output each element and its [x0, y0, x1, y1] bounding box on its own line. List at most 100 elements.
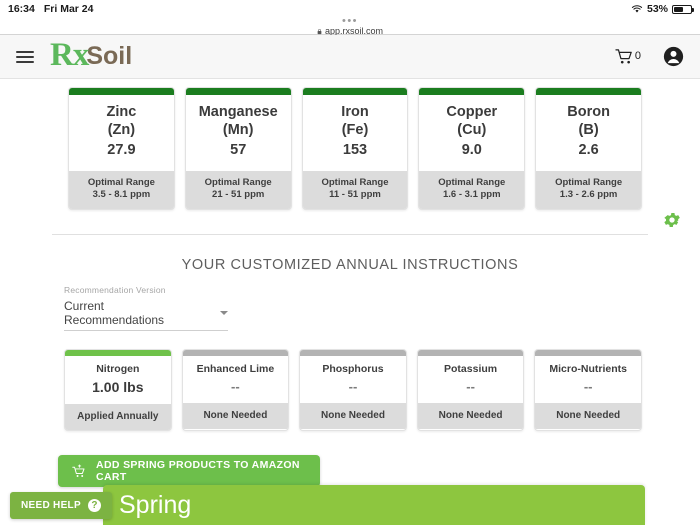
optimal-range-value: 3.5 - 8.1 ppm: [92, 189, 151, 201]
nutrient-card[interactable]: Iron (Fe) 153 Optimal Range 11 - 51 ppm: [301, 87, 409, 211]
optimal-range-label: Optimal Range: [321, 176, 389, 188]
nutrient-card-footer: Optimal Range 3.5 - 8.1 ppm: [69, 170, 174, 210]
nutrient-name: Boron: [567, 104, 610, 120]
recommendation-version-label: Recommendation Version: [64, 285, 166, 296]
lock-icon: [317, 28, 322, 34]
nutrient-value: 9.0: [461, 141, 482, 158]
recommendation-card-body: Micro-Nutrients --: [535, 356, 641, 403]
nutrient-card-footer: Optimal Range 1.3 - 2.6 ppm: [536, 170, 641, 210]
nutrient-card-status-bar: [69, 88, 174, 95]
recommendation-name: Phosphorus: [322, 363, 384, 376]
battery-icon: [672, 4, 694, 14]
nutrient-name: Copper: [446, 104, 498, 120]
recommendation-name: Nitrogen: [96, 363, 140, 376]
optimal-range-value: 11 - 51 ppm: [329, 189, 381, 201]
recommendation-card[interactable]: Phosphorus -- None Needed: [299, 349, 407, 432]
recommendation-card-body: Nitrogen 1.00 lbs: [65, 356, 171, 404]
optimal-range-label: Optimal Range: [555, 176, 623, 188]
question-mark-icon: ?: [87, 499, 101, 512]
nutrient-value: 153: [342, 141, 368, 158]
shopping-cart-icon: [615, 49, 632, 64]
nutrient-value: 57: [230, 141, 247, 158]
recommendation-name: Micro-Nutrients: [549, 363, 627, 376]
optimal-range-value: 21 - 51 ppm: [212, 189, 265, 201]
recommendation-status: None Needed: [182, 403, 289, 430]
optimal-range-value: 1.6 - 3.1 ppm: [443, 189, 501, 201]
nutrient-symbol: (Cu): [457, 122, 487, 139]
nutrient-value: 2.6: [578, 141, 599, 158]
wifi-icon: [631, 5, 643, 13]
nutrient-name: Manganese: [198, 104, 278, 120]
cart-item-count: 0: [634, 50, 641, 62]
nutrient-card-status-bar: [536, 88, 641, 95]
status-time: 16:34: [8, 3, 35, 15]
nutrient-card-footer: Optimal Range 11 - 51 ppm: [302, 170, 408, 210]
chevron-down-icon: [220, 311, 228, 316]
nutrient-card[interactable]: Copper (Cu) 9.0 Optimal Range 1.6 - 3.1 …: [418, 87, 526, 211]
page-content: Zinc (Zn) 27.9 Optimal Range 3.5 - 8.1 p…: [0, 79, 700, 488]
status-bar-right: 53%: [631, 0, 694, 18]
gear-icon[interactable]: [662, 210, 682, 230]
recommendation-version-select[interactable]: Current Recommendations: [64, 297, 228, 332]
tab-overview-dots: •••: [341, 15, 359, 27]
recommendation-cards-row: Nitrogen 1.00 lbs Applied Annually Enhan…: [0, 331, 700, 432]
nutrient-symbol: (B): [578, 122, 599, 139]
recommendation-card[interactable]: Nitrogen 1.00 lbs Applied Annually: [64, 349, 172, 432]
battery-percent: 53%: [646, 3, 668, 15]
recommendation-card-body: Potassium --: [418, 356, 524, 403]
recommendation-version-group: Recommendation Version Current Recommend…: [0, 273, 700, 332]
recommendation-value: --: [583, 379, 593, 395]
season-banner-label: Spring: [119, 490, 192, 519]
recommendation-status: None Needed: [417, 403, 524, 430]
nutrient-name: Zinc: [106, 104, 137, 120]
header-actions: 0: [615, 46, 684, 67]
nutrient-card[interactable]: Boron (B) 2.6 Optimal Range 1.3 - 2.6 pp…: [535, 87, 642, 211]
add-to-cart-icon: [72, 464, 85, 477]
recommendation-name: Potassium: [444, 363, 498, 376]
browser-url-bar[interactable]: ••• app.rxsoil.com: [0, 15, 700, 36]
nutrient-card[interactable]: Zinc (Zn) 27.9 Optimal Range 3.5 - 8.1 p…: [68, 87, 175, 211]
optimal-range-label: Optimal Range: [438, 176, 506, 188]
nutrient-symbol: (Fe): [341, 122, 369, 139]
recommendation-name: Enhanced Lime: [196, 363, 275, 376]
nutrient-card-status-bar: [302, 88, 408, 95]
status-bar-left: 16:34 Fri Mar 24: [8, 3, 93, 15]
page-title: YOUR CUSTOMIZED ANNUAL INSTRUCTIONS: [181, 257, 519, 274]
logo-soil-text: Soil: [86, 42, 133, 70]
nutrient-card-status-bar: [419, 88, 525, 95]
recommendation-card[interactable]: Potassium -- None Needed: [416, 349, 525, 432]
add-spring-products-to-amazon-cart-button[interactable]: ADD SPRING PRODUCTS TO AMAZON CART: [58, 455, 320, 488]
amazon-button-label: ADD SPRING PRODUCTS TO AMAZON CART: [96, 459, 300, 484]
optimal-range-label: Optimal Range: [204, 176, 272, 188]
shopping-cart-button[interactable]: 0: [615, 48, 641, 65]
recommendation-card-body: Enhanced Lime --: [183, 356, 289, 403]
recommendation-value: --: [231, 379, 240, 395]
rxsoil-logo[interactable]: Rx Soil: [50, 39, 133, 73]
app-header: Rx Soil 0: [0, 35, 700, 79]
recommendation-status: Applied Annually: [65, 404, 171, 431]
recommendation-status: None Needed: [535, 403, 641, 430]
app-stage: 16:34 Fri Mar 24 53% ••• app.rxsoil.com: [0, 0, 700, 525]
nutrient-value: 27.9: [107, 141, 136, 158]
need-help-button[interactable]: NEED HELP ?: [10, 492, 112, 519]
nutrient-card-body: Zinc (Zn) 27.9: [69, 95, 174, 171]
optimal-range-value: 1.3 - 2.6 ppm: [559, 189, 618, 201]
optimal-range-label: Optimal Range: [87, 176, 155, 188]
recommendation-value: --: [466, 379, 475, 395]
status-date: Fri Mar 24: [43, 3, 94, 15]
nutrient-name: Iron: [341, 104, 369, 120]
recommendation-status: None Needed: [300, 403, 406, 430]
account-avatar-icon[interactable]: [663, 46, 684, 67]
nutrient-card[interactable]: Manganese (Mn) 57 Optimal Range 21 - 51 …: [184, 87, 292, 211]
nutrient-card-footer: Optimal Range 21 - 51 ppm: [185, 170, 291, 210]
recommendation-card[interactable]: Enhanced Lime -- None Needed: [181, 349, 290, 432]
season-banner[interactable]: Spring: [103, 485, 645, 525]
recommendation-value: 1.00 lbs: [92, 379, 144, 396]
recommendation-card[interactable]: Micro-Nutrients -- None Needed: [534, 349, 642, 432]
nutrient-card-body: Iron (Fe) 153: [303, 95, 408, 171]
nutrient-card-status-bar: [185, 88, 291, 95]
recommendation-version-value: Current Recommendations: [64, 299, 165, 328]
nutrient-cards-row: Zinc (Zn) 27.9 Optimal Range 3.5 - 8.1 p…: [0, 79, 700, 211]
hamburger-menu-icon[interactable]: [16, 50, 34, 63]
nutrient-card-body: Boron (B) 2.6: [536, 95, 641, 171]
